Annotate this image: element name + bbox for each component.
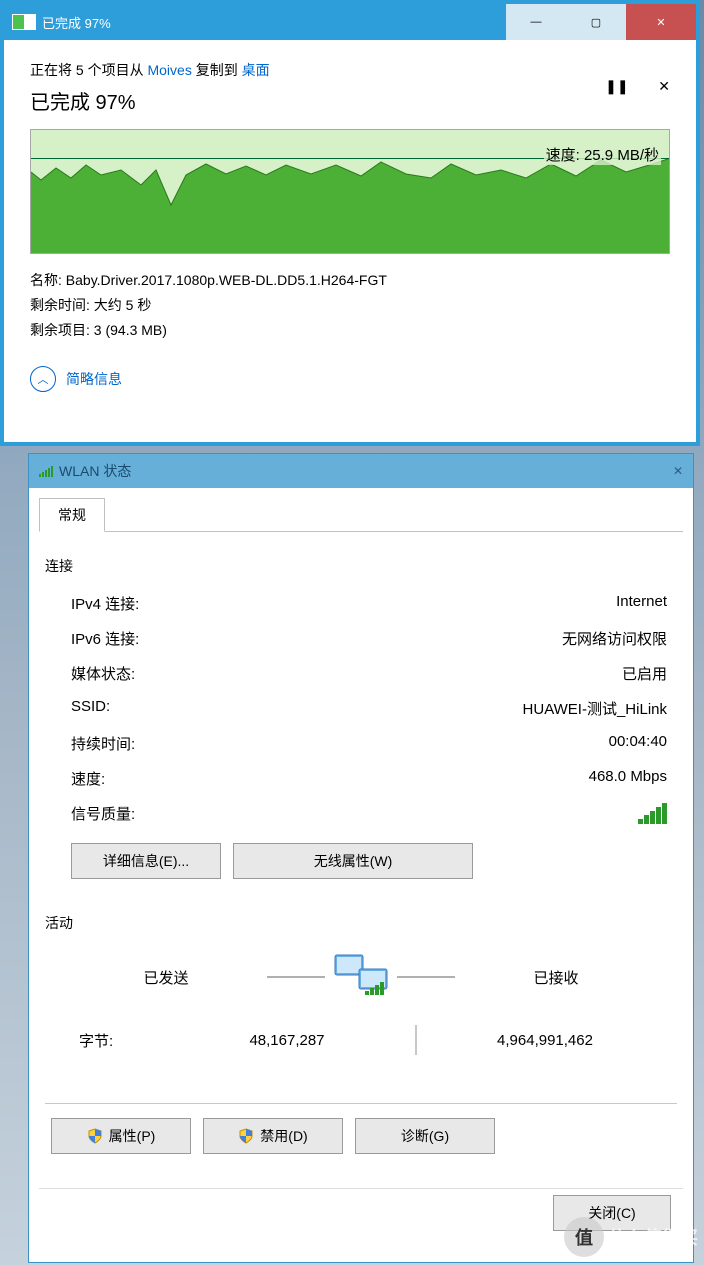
tab-strip: 常规 <box>39 498 683 532</box>
pause-button[interactable]: ❚❚ <box>605 80 628 95</box>
watermark-icon: 值 <box>564 1217 604 1257</box>
tab-general[interactable]: 常规 <box>39 498 105 532</box>
signal-bars-icon <box>637 803 667 824</box>
maximize-button[interactable]: ▢ <box>566 4 626 40</box>
disable-button[interactable]: 禁用(D) <box>203 1118 343 1154</box>
signal-quality-row: 信号质量: <box>71 796 667 831</box>
wireless-properties-button[interactable]: 无线属性(W) <box>233 843 473 879</box>
watermark: 值 什么值得买 <box>564 1217 698 1257</box>
cancel-button[interactable]: ✕ <box>658 80 670 95</box>
remaining-items-row: 剩余项目: 3 (94.3 MB) <box>30 318 670 343</box>
activity-row: 已发送 已接收 <box>45 951 677 1003</box>
close-button[interactable]: ✕ <box>626 4 696 40</box>
remaining-time-row: 剩余时间: 大约 5 秒 <box>30 293 670 318</box>
horizontal-divider <box>45 1103 677 1104</box>
details-button-row: 详细信息(E)... 无线属性(W) <box>45 843 677 879</box>
bytes-sent-value: 48,167,287 <box>189 1032 385 1049</box>
copy-title-text: 已完成 97% <box>42 13 506 32</box>
wlan-close-button[interactable]: ✕ <box>673 464 683 479</box>
wifi-icon <box>39 465 53 477</box>
bytes-label: 字节: <box>79 1030 189 1051</box>
activity-section: 活动 已发送 已接收 <box>45 913 677 1055</box>
file-name-row: 名称: Baby.Driver.2017.1080p.WEB-DL.DD5.1.… <box>30 268 670 293</box>
titlebar-buttons: — ▢ ✕ <box>506 4 696 40</box>
wlan-status-dialog: WLAN 状态 ✕ 常规 连接 IPv4 连接:Internet IPv6 连接… <box>28 453 694 1263</box>
sent-label: 已发送 <box>69 967 263 988</box>
shield-icon <box>238 1128 254 1144</box>
received-label: 已接收 <box>459 967 653 988</box>
network-activity-icon <box>329 951 393 1003</box>
divider-line <box>397 976 455 978</box>
media-state-row: 媒体状态:已启用 <box>71 656 667 691</box>
details-button[interactable]: 详细信息(E)... <box>71 843 221 879</box>
bytes-received-value: 4,964,991,462 <box>447 1032 643 1049</box>
dest-link[interactable]: 桌面 <box>242 62 270 78</box>
speed-row: 速度:468.0 Mbps <box>71 761 667 796</box>
ipv6-row: IPv6 连接:无网络访问权限 <box>71 621 667 656</box>
copy-controls: ❚❚ ✕ <box>579 79 670 96</box>
bottom-button-row: 属性(P) 禁用(D) 诊断(G) <box>45 1118 677 1154</box>
bytes-row: 字节: 48,167,287 4,964,991,462 <box>45 1025 677 1055</box>
diagnose-button[interactable]: 诊断(G) <box>355 1118 495 1154</box>
progress-title: 已完成 97% <box>30 86 136 115</box>
copy-details: 名称: Baby.Driver.2017.1080p.WEB-DL.DD5.1.… <box>30 268 670 344</box>
connection-section-label: 连接 <box>45 556 677 576</box>
shield-icon <box>87 1128 103 1144</box>
bytes-separator <box>415 1025 417 1055</box>
connection-properties: IPv4 连接:Internet IPv6 连接:无网络访问权限 媒体状态:已启… <box>45 586 677 831</box>
tab-content: 连接 IPv4 连接:Internet IPv6 连接:无网络访问权限 媒体状态… <box>39 532 683 1164</box>
minimize-button[interactable]: — <box>506 4 566 40</box>
activity-section-label: 活动 <box>45 913 677 933</box>
watermark-text: 什么值得买 <box>608 1224 698 1250</box>
toggle-details-button[interactable]: ︿ <box>30 366 56 392</box>
divider-line <box>267 976 325 978</box>
ipv4-row: IPv4 连接:Internet <box>71 586 667 621</box>
wlan-titlebar[interactable]: WLAN 状态 ✕ <box>29 454 693 488</box>
speed-graph: 速度: 25.9 MB/秒 <box>30 129 670 254</box>
properties-button[interactable]: 属性(P) <box>51 1118 191 1154</box>
copy-body: 正在将 5 个项目从 Moives 复制到 桌面 已完成 97% ❚❚ ✕ 速度… <box>4 40 696 442</box>
wlan-title-text: WLAN 状态 <box>59 461 131 481</box>
speed-label: 速度: 25.9 MB/秒 <box>544 144 661 165</box>
copy-titlebar[interactable]: 已完成 97% — ▢ ✕ <box>4 4 696 40</box>
copy-footer: ︿ 简略信息 <box>30 366 670 392</box>
source-link[interactable]: Moives <box>147 62 191 78</box>
copy-description: 正在将 5 个项目从 Moives 复制到 桌面 <box>30 60 670 80</box>
ssid-row: SSID:HUAWEI-测试_HiLink <box>71 691 667 726</box>
toggle-details-label[interactable]: 简略信息 <box>66 369 122 389</box>
copy-title-icon <box>12 14 36 30</box>
duration-row: 持续时间:00:04:40 <box>71 726 667 761</box>
file-copy-dialog: 已完成 97% — ▢ ✕ 正在将 5 个项目从 Moives 复制到 桌面 已… <box>0 0 700 446</box>
wlan-body: 常规 连接 IPv4 连接:Internet IPv6 连接:无网络访问权限 媒… <box>29 488 693 1253</box>
chevron-up-icon: ︿ <box>38 371 49 387</box>
